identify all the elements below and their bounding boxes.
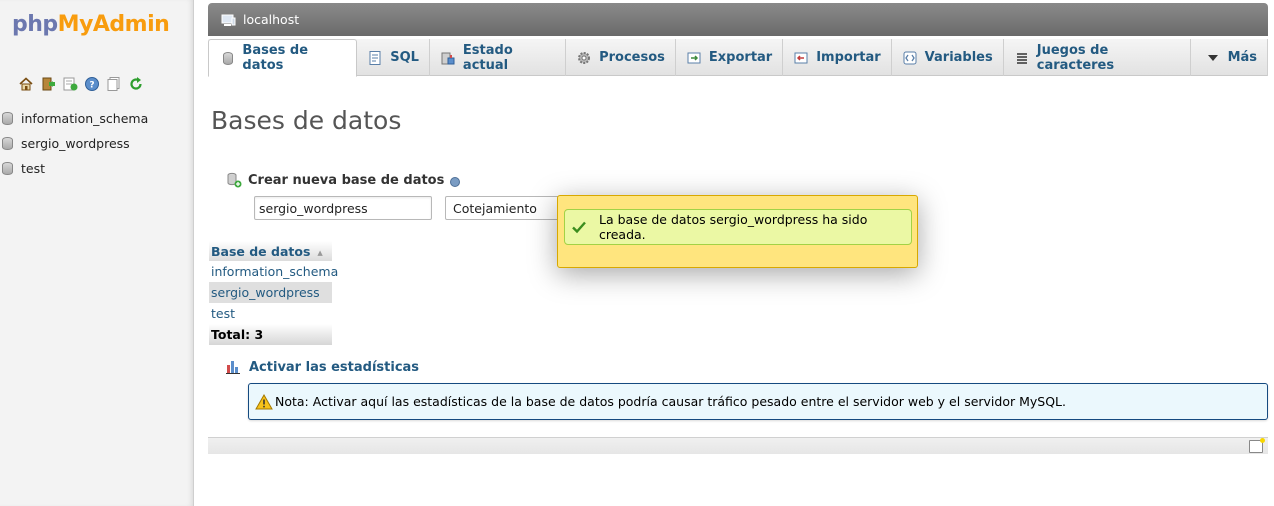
statistics-note: Nota: Activar aquí las estadísticas de l… xyxy=(248,383,1268,420)
tab-label: Procesos xyxy=(599,50,665,65)
main-tabs: Bases de datos SQL Estado actual Proceso… xyxy=(208,39,1269,77)
import-icon xyxy=(793,50,809,66)
database-tree: information_schema sergio_wordpress test xyxy=(0,106,194,181)
create-database-heading: Crear nueva base de datos xyxy=(226,172,461,188)
tab-processes[interactable]: Procesos xyxy=(566,39,676,76)
checkmark-icon xyxy=(571,219,587,235)
bar-chart-icon xyxy=(225,359,241,375)
docs-icon[interactable] xyxy=(106,76,122,92)
success-message: La base de datos sergio_wordpress ha sid… xyxy=(564,209,912,245)
tab-label: Exportar xyxy=(708,50,773,65)
tab-export[interactable]: Exportar xyxy=(676,39,784,76)
server-icon xyxy=(220,12,236,28)
databases-table: Base de datos ▲ information_schema sergi… xyxy=(209,241,338,345)
tab-more[interactable]: Más xyxy=(1191,39,1269,76)
tab-label: Variables xyxy=(924,50,993,65)
tab-label: SQL xyxy=(390,50,419,65)
database-icon xyxy=(2,137,13,150)
tree-db-sergio-wordpress[interactable]: sergio_wordpress xyxy=(0,131,194,156)
collation-select[interactable]: Cotejamiento xyxy=(445,196,560,220)
tab-label: Juegos de caracteres xyxy=(1036,42,1115,73)
table-row[interactable]: test xyxy=(209,303,332,324)
tree-db-test[interactable]: test xyxy=(0,156,194,181)
database-icon xyxy=(223,51,234,65)
server-breadcrumb[interactable]: localhost xyxy=(208,3,1268,36)
tab-label: Estado actual xyxy=(462,42,513,73)
variables-icon xyxy=(902,50,918,66)
notification-popup[interactable]: La base de datos sergio_wordpress ha sid… xyxy=(557,195,918,268)
tab-variables[interactable]: Variables xyxy=(892,39,1004,76)
success-message-text: La base de datos sergio_wordpress ha sid… xyxy=(599,212,868,242)
database-link[interactable]: test xyxy=(211,306,235,321)
column-header-label: Base de datos xyxy=(211,243,311,259)
tab-sql[interactable]: SQL xyxy=(357,39,430,76)
export-icon xyxy=(686,50,702,66)
database-link[interactable]: information_schema xyxy=(211,264,338,279)
enable-statistics-label: Activar las estadísticas xyxy=(249,360,420,375)
navigation-icons: ? xyxy=(18,76,144,92)
tree-db-label: information_schema xyxy=(21,111,149,126)
table-total-row: Total: 3 xyxy=(209,324,332,345)
gear-icon xyxy=(576,50,592,66)
create-database-icon xyxy=(226,172,242,188)
create-database-label: Crear nueva base de datos xyxy=(248,172,445,188)
sort-arrow-icon: ▲ xyxy=(317,249,323,257)
table-row[interactable]: information_schema xyxy=(209,261,338,282)
sql-query-icon[interactable] xyxy=(62,76,78,92)
tab-status[interactable]: Estado actual xyxy=(430,39,567,76)
tab-databases[interactable]: Bases de datos xyxy=(208,39,358,77)
page-title: Bases de datos xyxy=(211,106,402,135)
home-icon[interactable] xyxy=(18,76,34,92)
enable-statistics-link[interactable]: Activar las estadísticas xyxy=(225,358,419,375)
exit-icon[interactable] xyxy=(40,76,56,92)
database-icon xyxy=(2,162,13,175)
column-header-database[interactable]: Base de datos ▲ xyxy=(209,241,332,261)
phpmyadmin-logo[interactable]: phpMyAdmin xyxy=(12,12,170,37)
status-icon xyxy=(440,50,456,66)
tree-db-label: sergio_wordpress xyxy=(21,136,130,151)
database-name-input[interactable] xyxy=(254,196,432,220)
sql-icon xyxy=(367,50,383,66)
reload-icon[interactable] xyxy=(128,76,144,92)
total-count: Total: 3 xyxy=(211,327,264,342)
tree-db-label: test xyxy=(21,161,46,176)
tab-label: Bases de datos xyxy=(242,43,309,73)
collation-selected-value: Cotejamiento xyxy=(453,200,537,216)
tab-charsets[interactable]: Juegos de caracteres xyxy=(1004,39,1191,76)
table-row[interactable]: sergio_wordpress xyxy=(209,282,332,303)
console-icon[interactable] xyxy=(1249,438,1265,453)
tree-db-information-schema[interactable]: information_schema xyxy=(0,106,194,131)
bottom-bar xyxy=(208,437,1268,454)
charset-icon xyxy=(1014,50,1030,66)
help-icon[interactable]: ? xyxy=(84,76,100,92)
server-label: localhost xyxy=(243,12,300,27)
tab-label: Más xyxy=(1227,50,1258,65)
svg-text:?: ? xyxy=(89,81,94,91)
database-link[interactable]: sergio_wordpress xyxy=(211,285,320,300)
warning-icon xyxy=(255,393,273,410)
help-icon[interactable] xyxy=(450,176,461,187)
note-text: Nota: Activar aquí las estadísticas de l… xyxy=(275,394,1066,409)
database-icon xyxy=(2,112,13,125)
tab-label: Importar xyxy=(816,50,881,65)
caret-down-icon xyxy=(1205,50,1221,66)
tab-import[interactable]: Importar xyxy=(783,39,892,76)
navigation-panel: phpMyAdmin ? information_schema sergio_w… xyxy=(0,0,194,506)
